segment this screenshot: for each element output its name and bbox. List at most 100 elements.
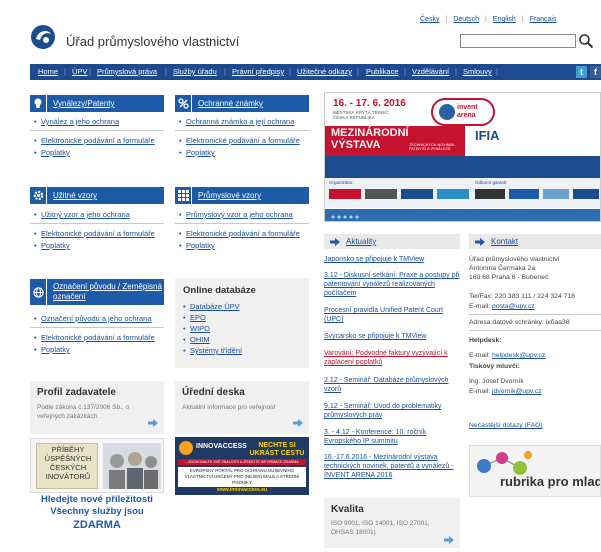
search-input[interactable] (460, 34, 576, 48)
link-uzitne-podavani[interactable]: Elektronické podávání a formuláře (41, 229, 155, 238)
news-item[interactable]: 16.-17.6.2016 - Mezinárodní výstava tech… (324, 453, 460, 480)
box-prumyslove-header[interactable]: Průmyslové vzory (175, 187, 309, 204)
link-znamka-ochrana[interactable]: Ochranná známka a její ochrana (186, 117, 294, 126)
nav-smlouvy[interactable]: Smlouvy (463, 67, 492, 76)
news-item[interactable]: Švýcarsko se připojuje k TMView (324, 332, 460, 341)
link-vynalezy-poplatky[interactable]: Poplatky (41, 148, 70, 157)
grid-icon (175, 187, 192, 204)
news-item-warning[interactable]: Varování: Podvodné faktury vyzývající k … (324, 349, 460, 367)
kvalita-text: ISO 9001, ISO 14001, ISO 27001, OHSAS 18… (331, 520, 430, 536)
box-uzitne-header[interactable]: Užitné vzory (30, 187, 164, 204)
helpdesk-email-link[interactable]: helpdesk@upv.cz (492, 352, 545, 359)
box-oznaceni-header[interactable]: Označení původu / Zeměpisná označení (30, 279, 164, 305)
invent-arena-banner[interactable]: 16. - 17. 6. 2016 MĚSTSKÁ KRYTÁ TŘINEC ČE… (324, 92, 601, 222)
profil-zadavatele-box[interactable]: Profil zadavatele Podle zákona č.137/200… (30, 381, 164, 434)
box-znamky-header[interactable]: Ochranné známky (175, 95, 309, 112)
nav-publikace[interactable]: Publikace (366, 67, 399, 76)
gear-icon (30, 187, 47, 204)
nav-sluzby-uradu[interactable]: Služby úřadu (173, 67, 217, 76)
main-navigation: Home | ÚPV | Průmyslová práva | Služby ú… (30, 64, 601, 80)
link-uzitne-poplatky[interactable]: Poplatky (41, 241, 70, 250)
news-item[interactable]: 3. - 4.12 - Konference: 10. ročník Evrop… (324, 428, 460, 446)
link-ohim[interactable]: OHIM (190, 335, 210, 344)
link-prumyslove-podavani[interactable]: Elektronické podávání a formuláře (186, 229, 300, 238)
kontakt-address: Úřad průmyslového vlastnictví Antonína Č… (469, 256, 560, 281)
ifia-logo: IFIA (475, 128, 500, 143)
profil-title: Profil zadavatele (37, 387, 116, 398)
link-wipo[interactable]: WIPO (190, 324, 210, 333)
profil-text: Podle zákona č.137/2006 Sb., o veřejných… (37, 404, 130, 420)
facebook-icon[interactable]: f (590, 66, 601, 78)
link-uzitny-vzor-ochrana[interactable]: Užitný vzor a jeho ochrana (41, 210, 130, 219)
deska-text: Aktuální informace pro veřejnost (182, 404, 276, 411)
link-epo[interactable]: EPO (190, 313, 206, 322)
aktuality-header[interactable]: Aktuality (324, 234, 460, 249)
arrow-right-icon[interactable] (444, 536, 454, 546)
box-vynalezy-header[interactable]: Vynálezy/Patenty (30, 95, 164, 112)
mluvci-name: Ing. Josef Dvorník (469, 378, 524, 385)
language-switcher: Česky | Deutsch | English | Français (420, 16, 557, 23)
link-oznaceni-podavani[interactable]: Elektronické podávání a formuláře (41, 333, 155, 342)
rubrika-pro-mlade-banner[interactable]: rubrika pro mlade (469, 445, 601, 497)
news-item[interactable]: Japonsko se připojuje k TMView (324, 255, 460, 264)
online-databaze-title: Online databáze (183, 285, 256, 296)
mluvci-row: E-mail: jdvornik@upv.cz (469, 388, 542, 395)
twitter-icon[interactable]: t (576, 66, 587, 78)
nav-prumyslova-prava[interactable]: Průmyslová práva (97, 67, 157, 76)
site-title[interactable]: Úřad průmyslového vlastnictví (66, 34, 239, 49)
link-vynalez-ochrana[interactable]: Vynález a jeho ochrana (41, 117, 119, 126)
lang-fr[interactable]: Français (530, 16, 557, 23)
news-item[interactable]: 9.12 - Seminář: Úvod do problematiky prů… (324, 402, 460, 420)
innovaccess-logo-icon (179, 441, 193, 455)
arrow-right-icon (469, 237, 491, 246)
inventor-portraits-image (103, 443, 161, 489)
link-databaze-upv[interactable]: Databáze ÚPV (190, 302, 240, 311)
nav-uzitecne-odkazy[interactable]: Užitečné odkazy (297, 67, 352, 76)
tiskovy-mluvci-title: Tiskový mluvčí: (469, 363, 520, 370)
helpdesk-title: Helpdesk: (469, 337, 502, 344)
kontakt-header[interactable]: Kontakt (469, 234, 601, 249)
link-prumyslove-poplatky[interactable]: Poplatky (186, 241, 215, 250)
deska-title: Úřední deska (182, 387, 245, 398)
nav-home[interactable]: Home (38, 67, 58, 76)
email-link[interactable]: posta@upv.cz (492, 303, 535, 310)
kontakt-email-row: E-mail: posta@upv.cz (469, 303, 535, 310)
link-systemy-trideni[interactable]: Systémy třídění (190, 346, 242, 355)
trademark-icon (175, 95, 192, 112)
link-oznaceni-ochrana[interactable]: Označení původu a jeho ochrana (41, 314, 152, 323)
rubrika-text: rubrika pro mlade (500, 474, 601, 489)
kontakt-datova-schranka: Adresa datové schránky: ixбaa38 (469, 319, 570, 326)
invent-arena-logo: invent arena (431, 98, 495, 126)
link-vynalezy-podavani[interactable]: Elektronické podávání a formuláře (41, 136, 155, 145)
nav-upv[interactable]: ÚPV (72, 67, 87, 76)
nav-pravni-predpisy[interactable]: Právní předpisy (232, 67, 284, 76)
nav-vzdelavani[interactable]: Vzdělávání (412, 67, 449, 76)
news-item[interactable]: 2.12 - Seminář: Databáze průmyslových vz… (324, 376, 460, 394)
kontakt-telfax: Tel/Fax: 220 383 111 / 224 324 718 (469, 293, 575, 300)
arrow-right-icon[interactable] (148, 419, 158, 429)
link-znamky-poplatky[interactable]: Poplatky (186, 148, 215, 157)
kvalita-box[interactable]: Kvalita ISO 9001, ISO 14001, ISO 27001, … (324, 498, 460, 548)
lang-de[interactable]: Deutsch (453, 16, 479, 23)
mluvci-email-link[interactable]: jdvornik@upv.cz (492, 388, 541, 395)
pribehy-banner[interactable]: PŘÍBĚHY ÚSPĚŠNÝCH ČESKÝCH INOVÁTORŮ (30, 438, 164, 493)
upv-logo-icon[interactable] (30, 24, 56, 50)
arrow-right-icon[interactable] (293, 419, 303, 429)
uredni-deska-box[interactable]: Úřední deska Aktuální informace pro veře… (175, 381, 309, 434)
news-item[interactable]: Procesní pravidla Unified Patent Court (… (324, 306, 460, 324)
lightbulb-icon (30, 95, 47, 112)
header: Úřad průmyslového vlastnictví Česky | Deut… (0, 0, 601, 64)
link-oznaceni-poplatky[interactable]: Poplatky (41, 345, 70, 354)
search-icon[interactable] (578, 33, 594, 49)
arrow-right-icon (324, 237, 346, 246)
promo-zdarma[interactable]: Hledejte nové příležitosti Všechny služb… (30, 494, 164, 531)
link-prumyslovy-vzor-ochrana[interactable]: Průmyslový vzor a jeho ochrana (186, 210, 293, 219)
innovaccess-banner[interactable]: INNOVACCESS NECHTE SI UKRÁST CESTU ...ZD… (175, 437, 309, 495)
kvalita-title: Kvalita (331, 504, 364, 515)
faq-link[interactable]: Nečastější dotazy (FAQ) (469, 421, 543, 430)
link-znamky-podavani[interactable]: Elektronické podávání a formuláře (186, 136, 300, 145)
lang-cz[interactable]: Česky (420, 16, 439, 23)
news-item[interactable]: 3.12 - Diskusní setkání: Praxe a postupy… (324, 271, 460, 298)
slider-dots[interactable] (331, 213, 361, 221)
lang-en[interactable]: English (493, 16, 516, 23)
